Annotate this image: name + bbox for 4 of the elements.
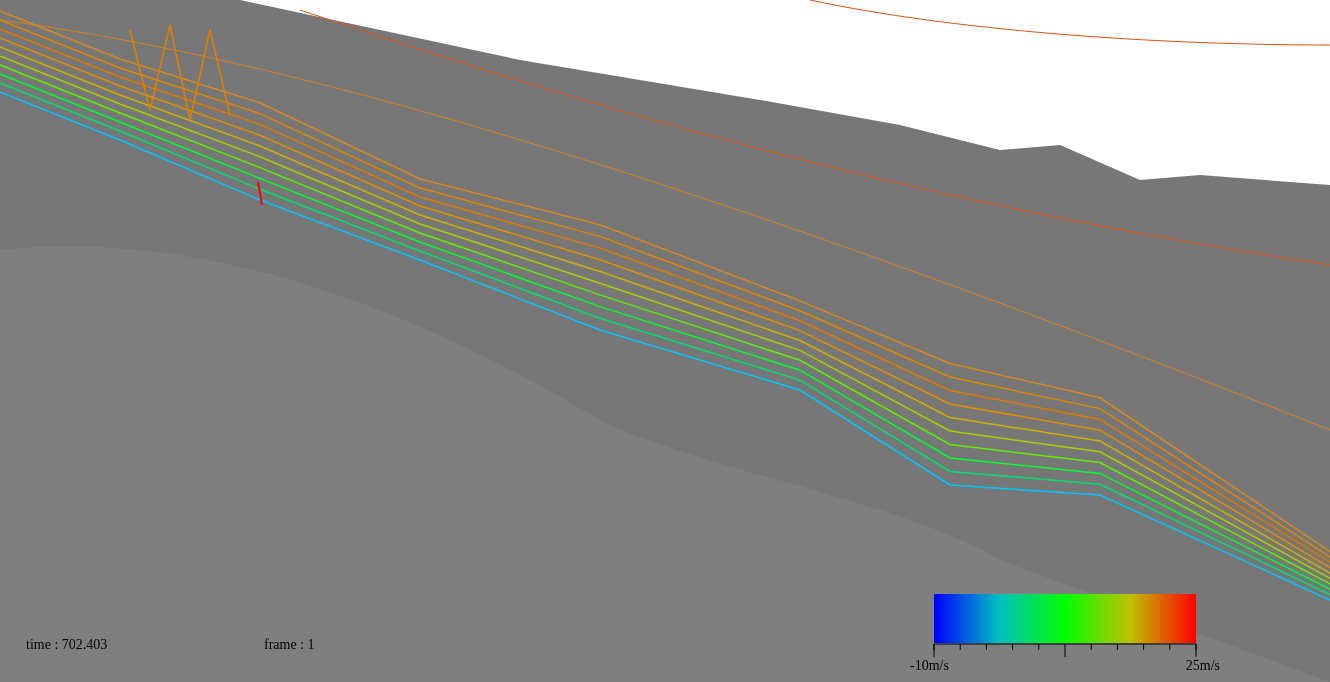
frame-readout: frame : 1 — [264, 636, 315, 654]
time-readout: time : 702.403 — [26, 636, 108, 654]
scale-max-label: 25m/s — [1185, 659, 1220, 673]
scale-min-label: -10m/s — [910, 659, 949, 673]
